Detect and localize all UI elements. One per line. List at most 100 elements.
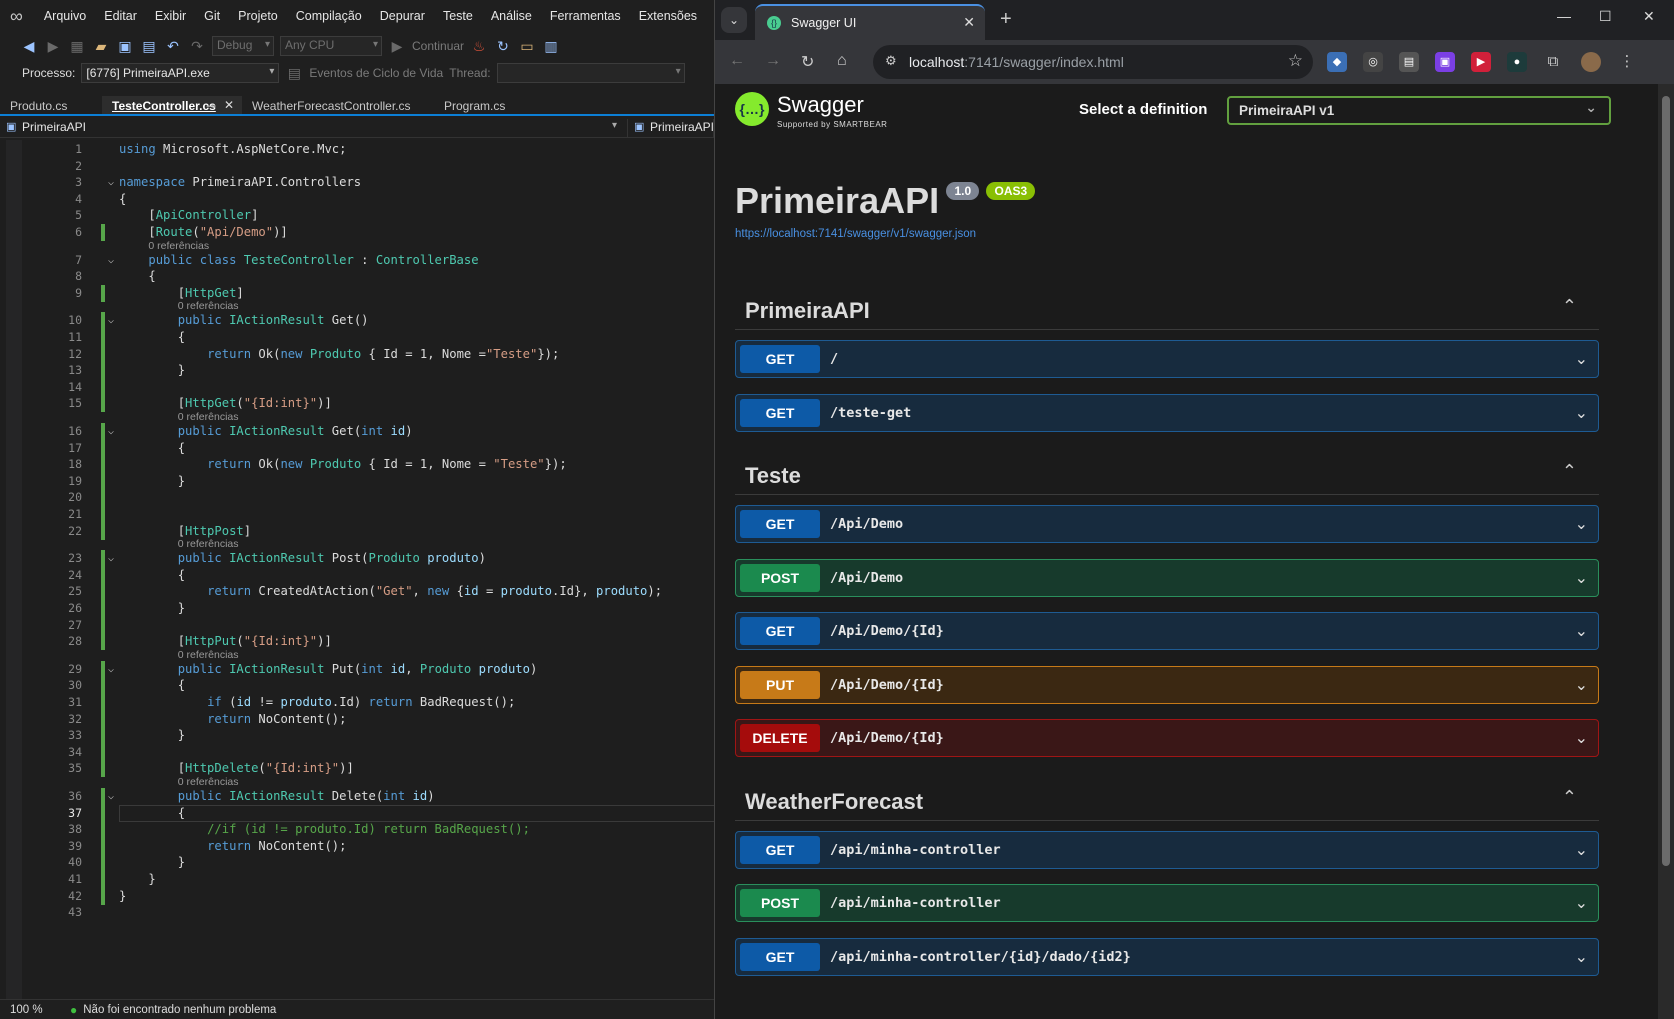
new-tab-icon[interactable]: + [1000,8,1012,31]
code-line[interactable]: 16 ⌵ public IActionResult Get(int id) [0,423,714,440]
code-line[interactable]: 28 [HttpPut("{Id:int}")] [0,633,714,651]
address-bar[interactable]: ⚙ localhost:7141/swagger/index.html ☆ [873,45,1313,79]
save-icon[interactable]: ▣ [116,37,134,55]
code-line[interactable]: 10 ⌵ public IActionResult Get() [0,312,714,330]
fold-chevron-icon[interactable]: ⌵ [108,661,114,678]
expand-chevron-down-icon[interactable]: ⌄ [1575,568,1588,588]
maximize-icon[interactable]: ☐ [1599,8,1612,25]
url-text[interactable]: localhost:7141/swagger/index.html [909,54,1124,70]
menu-depurar[interactable]: Depurar [371,0,434,32]
code-line[interactable]: 41 } [0,871,714,888]
pin-icon[interactable]: ⊸ [206,99,216,113]
close-icon[interactable]: ✕ [224,98,234,112]
browser-tab-swagger[interactable]: {} Swagger UI ✕ [755,4,985,40]
code-line[interactable]: 35 [HttpDelete("{Id:int}")] [0,760,714,778]
home-icon[interactable]: ⌂ [837,52,847,70]
fold-chevron-icon[interactable]: ⌵ [108,174,114,191]
fold-chevron-icon[interactable]: ⌵ [108,252,114,269]
code-line[interactable]: 14 [0,378,714,396]
fold-chevron-icon[interactable]: ⌵ [108,423,114,440]
code-line[interactable]: 29 ⌵ public IActionResult Put(int id, Pro… [0,660,714,678]
reload-icon[interactable]: ↻ [801,52,814,72]
operation-get[interactable]: GET/teste-get ⌄ [735,393,1599,432]
expand-chevron-down-icon[interactable]: ⌄ [1575,893,1588,913]
code-line[interactable]: 4{ [0,191,714,208]
menu-arquivo[interactable]: Arquivo [35,0,95,32]
code-line[interactable]: 34 [0,743,714,761]
site-info-icon[interactable]: ⚙ [885,53,897,69]
tab-testecontroller[interactable]: TesteController.cs ⊸ ✕ [102,96,242,114]
expand-chevron-down-icon[interactable]: ⌄ [1575,349,1588,369]
save-all-icon[interactable]: ▤ [140,37,158,55]
operation-delete[interactable]: DELETE/Api/Demo/{Id} ⌄ [735,719,1599,757]
expand-chevron-down-icon[interactable]: ⌄ [1575,947,1588,967]
code-line[interactable]: 43 [0,904,714,921]
collapse-chevron-up-icon[interactable]: ⌃ [1562,296,1577,317]
code-line[interactable]: 13 } [0,362,714,380]
lifecycle-events-button[interactable]: Eventos de Ciclo de Vida [309,66,443,80]
tab-program[interactable]: Program.cs [434,96,534,114]
code-line[interactable]: 5 [ApiController] [0,207,714,224]
code-line[interactable]: 17 { [0,439,714,457]
collapse-chevron-up-icon[interactable]: ⌃ [1562,787,1577,808]
code-line[interactable]: 26 } [0,600,714,617]
menu-compilacao[interactable]: Compilação [287,0,371,32]
fold-chevron-icon[interactable]: ⌵ [108,788,114,805]
operation-get[interactable]: GET/Api/Demo/{Id} ⌄ [735,612,1599,650]
window-close-icon[interactable]: ✕ [1643,8,1655,25]
menu-exibir[interactable]: Exibir [146,0,195,32]
process-select[interactable]: [6776] PrimeiraAPI.exe [81,63,280,83]
operation-get[interactable]: GET/Api/Demo ⌄ [735,505,1599,543]
code-line[interactable]: 36 ⌵ public IActionResult Delete(int id) [0,788,714,805]
type-scope-select[interactable]: PrimeiraAPI. [628,118,714,137]
code-line[interactable]: 12 return Ok(new Produto { Id = 1, Nome … [0,345,714,363]
code-line[interactable]: 31 if (id != produto.Id) return BadReque… [0,694,714,711]
operation-post[interactable]: POST/Api/Demo ⌄ [735,558,1599,597]
layout-icon[interactable]: ▥ [542,37,560,55]
code-line[interactable]: 42} [0,887,714,905]
menu-ferramentas[interactable]: Ferramentas [541,0,630,32]
project-scope-select[interactable]: PrimeiraAPI [0,118,628,137]
tag-section-header[interactable]: PrimeiraAPI ⌃ [735,290,1599,330]
undo-icon[interactable]: ↶ [164,37,182,55]
extensions-puzzle-icon[interactable]: ⧉ [1543,52,1563,72]
code-line[interactable]: 21 [0,506,714,523]
browser-menu-icon[interactable]: ⋮ [1617,52,1637,72]
definition-select[interactable]: PrimeiraAPI v1 [1227,96,1611,125]
menu-teste[interactable]: Teste [434,0,482,32]
operation-get[interactable]: GET/api/minha-controller/{id}/dado/{id2}… [735,937,1599,976]
operation-get[interactable]: GET/api/minha-controller ⌄ [735,830,1599,869]
code-line[interactable]: 37 { [0,804,714,822]
code-line[interactable]: 22 [HttpPost] [0,522,714,540]
tab-produto[interactable]: Produto.cs [0,96,102,114]
back-icon[interactable]: ← [729,52,745,70]
code-line[interactable]: 23 ⌵ public IActionResult Post(Produto pr… [0,550,714,568]
extension-icon[interactable]: ● [1507,52,1527,72]
avatar[interactable] [1581,52,1601,72]
continue-icon[interactable]: ▶ [388,37,406,55]
menu-editar[interactable]: Editar [95,0,146,32]
hot-reload-icon[interactable]: ♨ [470,37,488,55]
code-line[interactable]: 27 [0,616,714,634]
code-line[interactable]: 2 [0,158,714,175]
page-scrollbar[interactable] [1658,84,1674,1019]
configuration-select[interactable]: Debug [212,36,274,56]
code-line[interactable]: 15 [HttpGet("{Id:int}")] [0,395,714,413]
forward-icon[interactable]: ▶ [44,37,62,55]
expand-chevron-down-icon[interactable]: ⌄ [1575,621,1588,641]
code-line[interactable]: 6 [Route("Api/Demo")] [0,224,714,241]
code-line[interactable]: 33 } [0,727,714,745]
collapse-chevron-up-icon[interactable]: ⌃ [1562,461,1577,482]
minimize-icon[interactable]: — [1557,8,1571,24]
platform-select[interactable]: Any CPU [280,36,382,56]
fold-chevron-icon[interactable]: ⌵ [108,312,114,329]
extension-icon[interactable]: ▶ [1471,52,1491,72]
redo-icon[interactable]: ↷ [188,37,206,55]
code-line[interactable]: 8 { [0,268,714,285]
zoom-level[interactable]: 100 % [0,1004,70,1016]
operation-get[interactable]: GET / ⌄ [735,340,1599,378]
browser-link-icon[interactable]: ▭ [518,37,536,55]
code-line[interactable]: 39 return NoContent(); [0,837,714,855]
visual-studio-logo-icon[interactable]: ∞ [10,5,23,27]
restart-icon[interactable]: ↻ [494,37,512,55]
